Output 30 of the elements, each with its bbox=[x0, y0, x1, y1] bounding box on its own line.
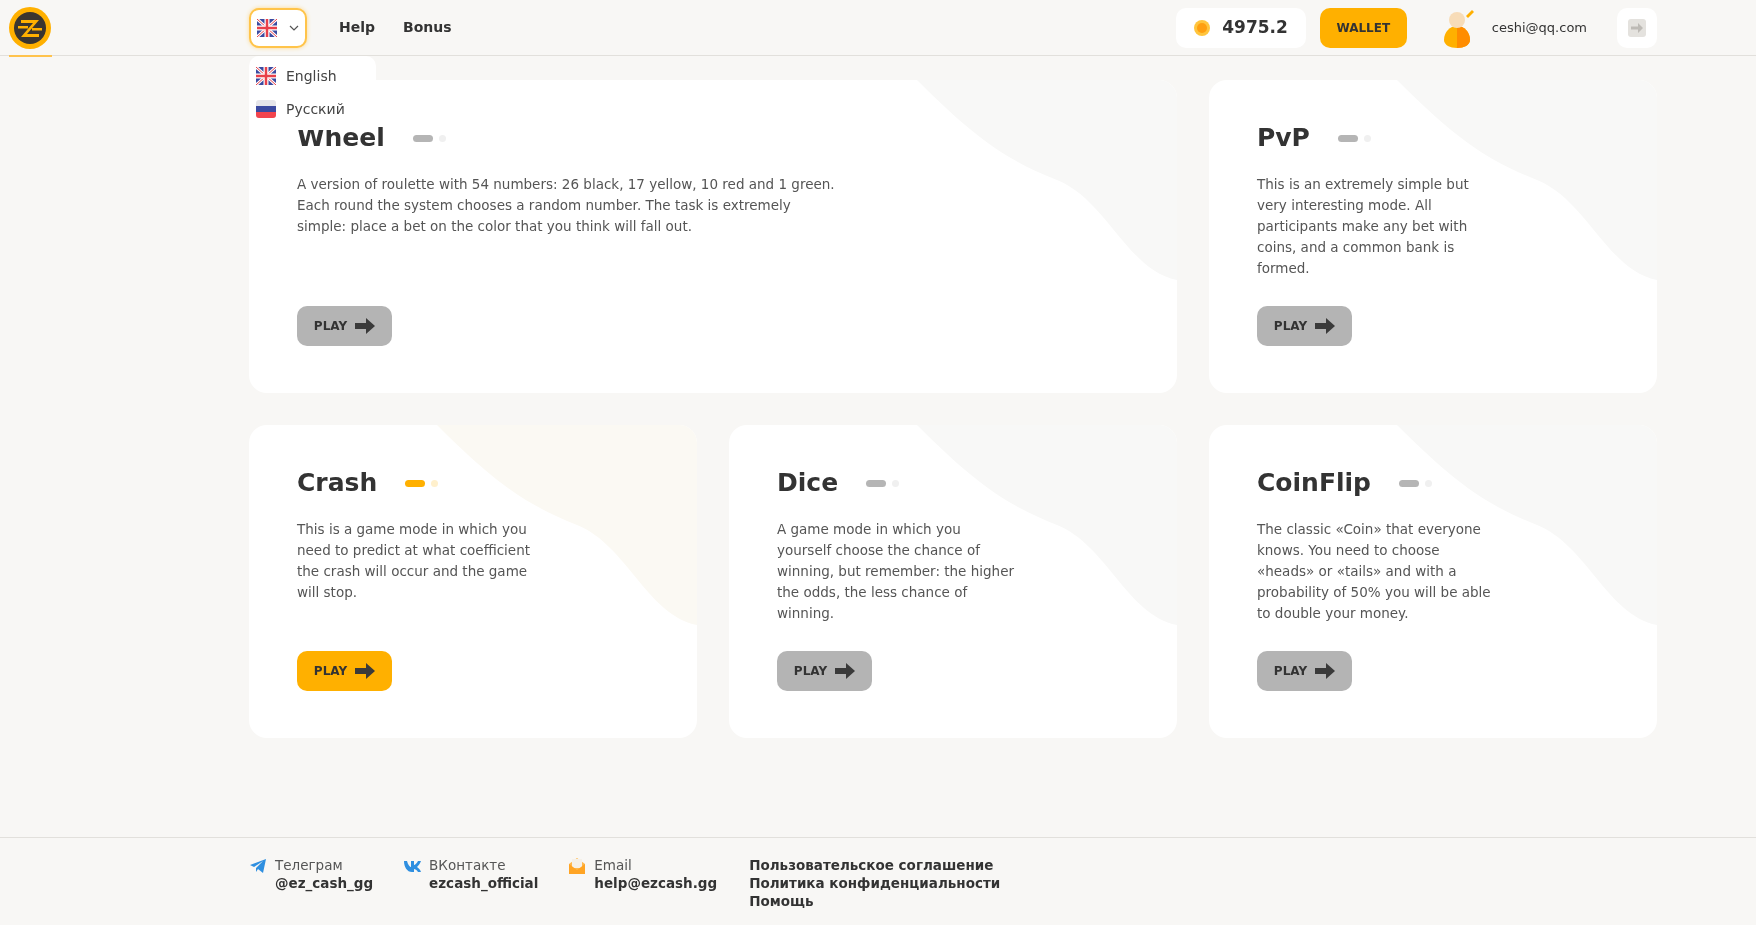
user-email[interactable]: ceshi@qq.com bbox=[1491, 17, 1587, 38]
footer-link[interactable]: Пользовательское соглашение bbox=[749, 856, 1001, 874]
contact-label: ВКонтакте bbox=[429, 856, 507, 874]
play-button[interactable]: PLAY bbox=[1257, 651, 1352, 691]
contact-label: Телеграм bbox=[275, 856, 344, 874]
footer-link[interactable]: Политика конфиденциальности bbox=[749, 874, 1001, 892]
game-description: The classic «Coin» that everyone knows. You need to choose «heads» or «tails» and with a probability of 50% you will be able to double your money. bbox=[1257, 520, 1492, 623]
play-button[interactable]: PLAY bbox=[297, 651, 392, 691]
nav-link[interactable]: Bonus bbox=[403, 17, 452, 38]
game-title: PvP bbox=[1257, 122, 1310, 155]
contact-link[interactable]: help@ezcash.gg bbox=[594, 874, 718, 892]
language-option[interactable]: English bbox=[249, 59, 376, 93]
language-option[interactable]: Русский bbox=[249, 92, 376, 126]
contact-label: Email bbox=[594, 856, 633, 874]
balance-amount: 4975.2 bbox=[1222, 15, 1288, 39]
game-description: A game mode in which you yourself choose the chance of winning, but remember: the higher the odds, the less chance of winning. bbox=[777, 520, 1015, 623]
play-button[interactable]: PLAY bbox=[297, 306, 392, 346]
nav-link[interactable]: Help bbox=[339, 17, 376, 38]
contact-link[interactable]: @ez_cash_gg bbox=[275, 874, 374, 892]
play-button[interactable]: PLAY bbox=[1257, 306, 1352, 346]
game-description: This is an extremely simple but very interesting mode. All participants make any bet with coins, and a common bank is formed. bbox=[1257, 175, 1470, 278]
wallet-button[interactable]: WALLET bbox=[1319, 7, 1407, 48]
play-button[interactable]: PLAY bbox=[777, 651, 872, 691]
game-description: This is a game mode in which you need to predict at what coefficient the crash will occur and the game will stop. bbox=[297, 520, 531, 602]
contact-link[interactable]: ezcash_official bbox=[429, 874, 539, 892]
footer-link[interactable]: Помощь bbox=[749, 892, 1001, 910]
game-description: A version of roulette with 54 numbers: 26 black, 17 yellow, 10 red and 1 green. Each round the system chooses a random number. The task is extremely simple: place a bet on the color that you think will fall out. bbox=[297, 175, 836, 236]
game-title: Dice bbox=[777, 467, 839, 500]
game-title: CoinFlip bbox=[1257, 467, 1371, 500]
game-title: Crash bbox=[297, 467, 378, 500]
